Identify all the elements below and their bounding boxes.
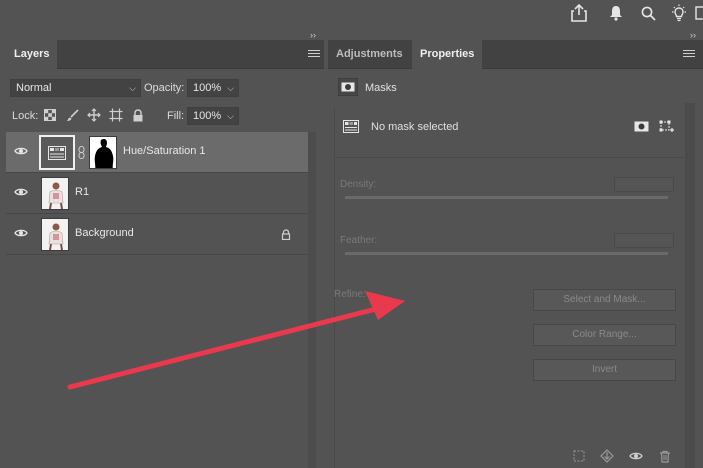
lock-label: Lock: (12, 110, 39, 122)
layer-name: R1 (75, 186, 90, 198)
panel-icon[interactable] (695, 3, 703, 23)
lock-icon (281, 229, 291, 240)
adjustment-mask-icon (343, 120, 359, 133)
properties-tabbar: Adjustments Properties (328, 40, 703, 69)
chevron-down-icon: ⌵ (227, 111, 234, 121)
apply-mask-icon[interactable] (600, 449, 614, 463)
lock-all-icon[interactable] (131, 108, 145, 122)
blend-mode-value: Normal (16, 82, 52, 94)
refine-label: Refine: (334, 289, 366, 300)
layers-panel-menu-icon[interactable] (308, 50, 320, 59)
fill-value: 100% (193, 110, 222, 122)
select-and-mask-button[interactable]: Select and Mask... (533, 289, 676, 311)
bell-icon[interactable] (606, 3, 626, 23)
density-slider[interactable] (345, 196, 668, 199)
layer-mask-thumbnail[interactable] (89, 136, 117, 169)
feather-label: Feather: (340, 235, 378, 246)
eye-icon[interactable] (14, 146, 28, 156)
density-label: Density: (340, 179, 377, 190)
feather-field[interactable] (614, 233, 674, 248)
eye-icon[interactable] (14, 187, 28, 197)
invert-button[interactable]: Invert (533, 359, 676, 381)
app-top-bar: ›› ›› (0, 0, 703, 40)
layer-name: Hue/Saturation 1 (123, 145, 206, 157)
layer-row-background[interactable]: Background (6, 214, 308, 255)
properties-scrollbar[interactable] (685, 103, 695, 468)
image-thumbnail-icon (41, 177, 69, 210)
adjustment-layer-thumbnail-icon (39, 135, 75, 170)
blend-mode-select[interactable]: Normal ⌵ (10, 79, 141, 97)
add-vector-mask-icon[interactable] (659, 120, 674, 134)
opacity-value: 100% (193, 82, 222, 94)
lock-image-pixels-icon[interactable] (65, 108, 79, 122)
masks-section-icon (338, 78, 358, 96)
masks-label: Masks (365, 82, 397, 94)
link-chain-icon[interactable] (78, 146, 85, 159)
collapse-right-icon[interactable]: ›› (690, 30, 696, 40)
layer-row-hue-saturation[interactable]: Hue/Saturation 1 (6, 132, 308, 173)
fill-field[interactable]: 100% ⌵ (187, 107, 239, 125)
layers-scrollbar[interactable] (308, 132, 316, 468)
load-selection-icon[interactable] (572, 449, 586, 463)
opacity-label: Opacity: (144, 82, 185, 94)
color-range-button[interactable]: Color Range... (533, 324, 676, 346)
search-icon[interactable] (638, 3, 658, 23)
share-icon[interactable] (569, 3, 589, 23)
tab-adjustments[interactable]: Adjustments (328, 40, 411, 69)
properties-panel-menu-icon[interactable] (683, 50, 695, 59)
properties-footer (328, 443, 703, 468)
fill-label: Fill: (167, 110, 185, 122)
collapse-left-icon[interactable]: ›› (310, 30, 316, 40)
properties-body: No mask selected Density: Feather: (334, 107, 686, 468)
layers-tabbar: Layers (6, 40, 324, 69)
lock-transparent-pixels-icon[interactable] (43, 108, 57, 122)
tab-properties[interactable]: Properties (412, 40, 483, 69)
chevron-down-icon: ⌵ (129, 83, 136, 93)
image-thumbnail-icon (41, 218, 69, 251)
layer-name: Background (75, 227, 134, 239)
lock-artboard-icon[interactable] (109, 108, 123, 122)
lock-position-icon[interactable] (87, 108, 101, 122)
feather-slider[interactable] (345, 252, 668, 255)
lightbulb-icon[interactable] (669, 3, 689, 23)
eye-icon[interactable] (14, 228, 28, 238)
divider (335, 157, 686, 158)
mask-silhouette-icon (94, 139, 114, 168)
add-pixel-mask-icon[interactable] (634, 121, 649, 132)
density-field[interactable] (614, 177, 674, 192)
layer-row-r1[interactable]: R1 (6, 173, 308, 214)
mask-status-text: No mask selected (371, 121, 459, 133)
opacity-field[interactable]: 100% ⌵ (187, 79, 239, 97)
properties-panel: Adjustments Properties Masks No mask sel… (328, 40, 703, 468)
tab-layers[interactable]: Layers (6, 40, 58, 69)
layer-list: Hue/Saturation 1 R1 Background (6, 132, 308, 255)
trash-icon[interactable] (658, 449, 672, 463)
chevron-down-icon: ⌵ (227, 83, 234, 93)
visibility-eye-icon[interactable] (629, 449, 643, 463)
layers-panel: Layers Normal ⌵ Opacity: 100% ⌵ Lock: Fi… (6, 40, 324, 468)
